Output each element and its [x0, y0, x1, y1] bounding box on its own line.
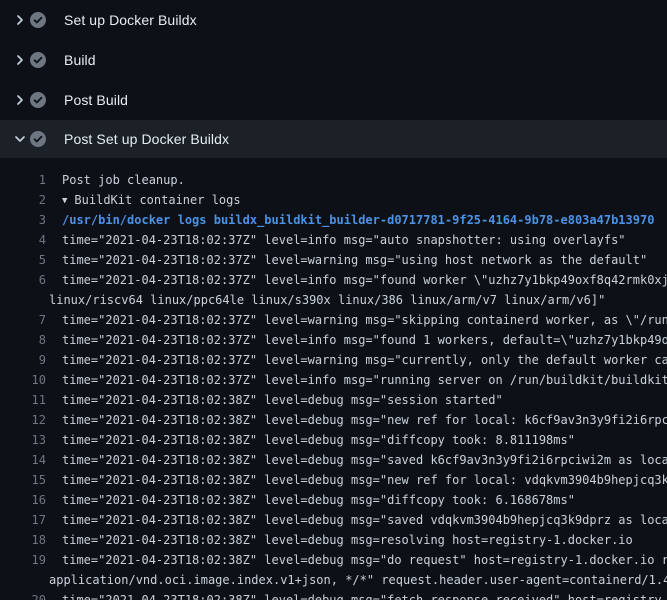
log-line: 18 time="2021-04-23T18:02:38Z" level=debu… [0, 530, 667, 550]
log-text: time="2021-04-23T18:02:38Z" level=debug … [62, 453, 667, 467]
line-number[interactable]: 10 [0, 370, 46, 390]
line-number[interactable]: 16 [0, 490, 46, 510]
log-text: /usr/bin/docker logs buildx_buildkit_bui… [62, 213, 654, 227]
chevron-right-icon [12, 92, 28, 108]
line-number[interactable]: 19 [0, 550, 46, 570]
line-number[interactable]: 8 [0, 330, 46, 350]
step-title: Set up Docker Buildx [64, 12, 197, 28]
log-line: 11 time="2021-04-23T18:02:38Z" level=debu… [0, 390, 667, 410]
log-line: 3/usr/bin/docker logs buildx_buildkit_bu… [0, 210, 667, 230]
log-line: 14 time="2021-04-23T18:02:38Z" level=debu… [0, 450, 667, 470]
log-text: time="2021-04-23T18:02:37Z" level=info m… [62, 273, 667, 287]
log-text: time="2021-04-23T18:02:37Z" level=warnin… [62, 353, 667, 367]
log-line: 1 Post job cleanup. [0, 170, 667, 190]
log-text: time="2021-04-23T18:02:37Z" level=warnin… [62, 253, 647, 267]
line-number[interactable]: 14 [0, 450, 46, 470]
line-number[interactable]: 4 [0, 230, 46, 250]
log-line: 4 time="2021-04-23T18:02:37Z" level=info … [0, 230, 667, 250]
line-number[interactable]: 20 [0, 590, 46, 600]
log-text: linux/riscv64 linux/ppc64le linux/s390x … [49, 293, 605, 307]
log-text: time="2021-04-23T18:02:38Z" level=debug … [62, 493, 575, 507]
log-line: 20 time="2021-04-23T18:02:38Z" level=debu… [0, 590, 667, 600]
triangle-down-icon: ▼ [62, 191, 67, 210]
step-header[interactable]: Post Build [0, 80, 667, 120]
log-text: time="2021-04-23T18:02:38Z" level=debug … [62, 513, 667, 527]
log-line: 13 time="2021-04-23T18:02:38Z" level=debu… [0, 430, 667, 450]
log-line: 6 time="2021-04-23T18:02:37Z" level=info … [0, 270, 667, 290]
log-line: 19 time="2021-04-23T18:02:38Z" level=debu… [0, 550, 667, 570]
line-number[interactable]: 7 [0, 310, 46, 330]
log-line: 8 time="2021-04-23T18:02:37Z" level=info … [0, 330, 667, 350]
line-number[interactable]: 2 [0, 190, 46, 210]
log-text: time="2021-04-23T18:02:38Z" level=debug … [62, 393, 503, 407]
line-number[interactable]: 17 [0, 510, 46, 530]
log-text: time="2021-04-23T18:02:38Z" level=debug … [62, 593, 667, 600]
log-text: time="2021-04-23T18:02:38Z" level=debug … [62, 433, 575, 447]
chevron-right-icon [12, 12, 28, 28]
log-output: 1 Post job cleanup. 2 ▼ BuildKit container l… [0, 158, 667, 600]
line-number[interactable]: 13 [0, 430, 46, 450]
log-text: time="2021-04-23T18:02:37Z" level=info m… [62, 233, 626, 247]
line-number[interactable]: 5 [0, 250, 46, 270]
log-text: time="2021-04-23T18:02:37Z" level=info m… [62, 333, 667, 347]
log-text: time="2021-04-23T18:02:38Z" level=debug … [62, 473, 667, 487]
line-number[interactable]: 1 [0, 170, 46, 190]
step-title: Post Build [64, 92, 128, 108]
steps-list: Set up Docker Buildx Build Post Build Post … [0, 0, 667, 158]
log-text: time="2021-04-23T18:02:37Z" level=info m… [62, 373, 667, 387]
log-line: linux/riscv64 linux/ppc64le linux/s390x … [0, 290, 667, 310]
log-text: time="2021-04-23T18:02:37Z" level=warnin… [62, 313, 667, 327]
line-number[interactable]: 9 [0, 350, 46, 370]
log-line: 15 time="2021-04-23T18:02:38Z" level=debu… [0, 470, 667, 490]
line-number[interactable]: 15 [0, 470, 46, 490]
log-text: time="2021-04-23T18:02:38Z" level=debug … [62, 413, 667, 427]
log-text: Post job cleanup. [62, 173, 185, 187]
chevron-down-icon [12, 131, 28, 147]
step-header[interactable]: Set up Docker Buildx [0, 0, 667, 40]
log-text: time="2021-04-23T18:02:38Z" level=debug … [62, 533, 633, 547]
step-title: Build [64, 52, 96, 68]
log-text: application/vnd.oci.image.index.v1+json,… [49, 573, 667, 587]
log-line: 16 time="2021-04-23T18:02:38Z" level=debu… [0, 490, 667, 510]
line-number[interactable]: 6 [0, 270, 46, 290]
check-circle-icon [30, 131, 46, 147]
log-text: BuildKit container logs [74, 193, 240, 207]
line-number[interactable]: 3 [0, 210, 46, 230]
step-header[interactable]: Build [0, 40, 667, 80]
chevron-right-icon [12, 52, 28, 68]
log-line: 17 time="2021-04-23T18:02:38Z" level=debu… [0, 510, 667, 530]
log-group-line[interactable]: 2 ▼ BuildKit container logs [0, 190, 667, 210]
actions-log-viewer: Set up Docker Buildx Build Post Build Post … [0, 0, 667, 600]
check-circle-icon [30, 12, 46, 28]
log-line: application/vnd.oci.image.index.v1+json,… [0, 570, 667, 590]
log-text: time="2021-04-23T18:02:38Z" level=debug … [62, 553, 667, 567]
log-line: 5 time="2021-04-23T18:02:37Z" level=warni… [0, 250, 667, 270]
line-number[interactable]: 11 [0, 390, 46, 410]
check-circle-icon [30, 52, 46, 68]
log-line: 7 time="2021-04-23T18:02:37Z" level=warni… [0, 310, 667, 330]
log-line: 12 time="2021-04-23T18:02:38Z" level=debu… [0, 410, 667, 430]
check-circle-icon [30, 92, 46, 108]
line-number[interactable]: 18 [0, 530, 46, 550]
step-header[interactable]: Post Set up Docker Buildx [0, 120, 667, 158]
step-title: Post Set up Docker Buildx [64, 131, 229, 147]
log-line: 10 time="2021-04-23T18:02:37Z" level=info… [0, 370, 667, 390]
line-number[interactable]: 12 [0, 410, 46, 430]
log-line: 9 time="2021-04-23T18:02:37Z" level=warni… [0, 350, 667, 370]
